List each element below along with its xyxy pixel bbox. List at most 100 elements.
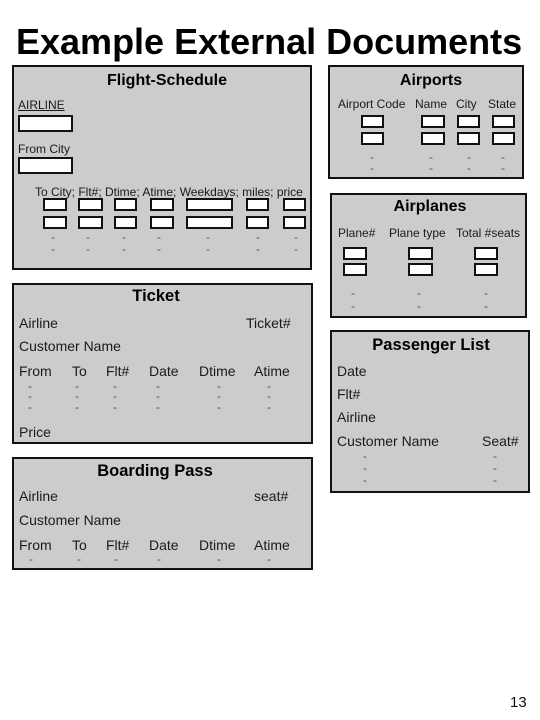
continuation-marker: - — [77, 552, 81, 566]
continuation-marker: - — [493, 473, 497, 487]
column-header-from: From — [19, 537, 52, 553]
boarding-pass-form: Boarding Pass Airline seat# Customer Nam… — [12, 457, 313, 570]
airport-name-field — [421, 132, 445, 145]
plane-no-field — [343, 247, 367, 260]
airline-label: AIRLINE — [18, 98, 65, 112]
ticket-price-label: Price — [19, 424, 51, 440]
passenger-date-label: Date — [337, 363, 367, 379]
continuation-marker: - — [467, 161, 471, 175]
continuation-marker: - — [363, 473, 367, 487]
ticket-airline-label: Airline — [19, 315, 58, 331]
continuation-marker: - — [51, 242, 55, 256]
column-header-state: State — [488, 97, 517, 111]
continuation-marker: - — [206, 242, 210, 256]
passenger-list-form: Passenger List Date Flt# Airline Custome… — [330, 330, 530, 493]
airports-form: Airports Airport Code Name City State - … — [328, 65, 524, 179]
airline-field — [18, 115, 73, 132]
column-header-total-seats: Total #seats — [456, 226, 521, 240]
weekdays-field — [186, 198, 233, 211]
continuation-marker: - — [113, 400, 117, 414]
continuation-marker: - — [501, 161, 505, 175]
flight-schedule-form: Flight-Schedule AIRLINE From City To Cit… — [12, 65, 312, 270]
continuation-marker: - — [351, 286, 355, 300]
column-header-date: Date — [149, 363, 179, 379]
miles-field — [246, 216, 269, 229]
total-seats-field — [474, 263, 498, 276]
airport-state-field — [492, 115, 515, 128]
price-field — [283, 198, 306, 211]
continuation-marker: - — [294, 242, 298, 256]
continuation-marker: - — [122, 242, 126, 256]
column-header-name: Name — [415, 97, 448, 111]
schedule-columns-header: To City; Flt#; Dtime; Atime; Weekdays; m… — [35, 185, 303, 199]
continuation-marker: - — [267, 400, 271, 414]
continuation-marker: - — [156, 400, 160, 414]
airport-name-field — [421, 115, 445, 128]
total-seats-field — [474, 247, 498, 260]
continuation-marker: - — [351, 299, 355, 313]
boarding-customer-name-label: Customer Name — [19, 512, 121, 528]
continuation-marker: - — [29, 552, 33, 566]
passenger-airline-label: Airline — [337, 409, 376, 425]
airport-city-field — [457, 115, 480, 128]
airplanes-form: Airplanes Plane# Plane type Total #seats… — [330, 193, 527, 318]
dtime-field — [114, 198, 137, 211]
airport-city-field — [457, 132, 480, 145]
dtime-field — [114, 216, 137, 229]
continuation-marker: - — [217, 400, 221, 414]
plane-type-field — [408, 247, 433, 260]
page-number: 13 — [510, 694, 527, 711]
ticket-customer-name-label: Customer Name — [19, 338, 121, 354]
atime-field — [150, 216, 174, 229]
continuation-marker: - — [256, 242, 260, 256]
weekdays-field — [186, 216, 233, 229]
continuation-marker: - — [429, 161, 433, 175]
column-header-plane-no: Plane# — [338, 226, 376, 240]
page-title: Example External Documents — [16, 21, 523, 62]
airport-code-field — [361, 115, 384, 128]
continuation-marker: - — [417, 299, 421, 313]
continuation-marker: - — [417, 286, 421, 300]
column-header-from: From — [19, 363, 52, 379]
column-header-airport-code: Airport Code — [338, 97, 406, 111]
continuation-marker: - — [86, 242, 90, 256]
column-header-dtime: Dtime — [199, 537, 236, 553]
boarding-seat-label: seat# — [254, 488, 289, 504]
continuation-marker: - — [370, 161, 374, 175]
column-header-to: To — [72, 537, 87, 553]
boarding-airline-label: Airline — [19, 488, 58, 504]
boarding-pass-title: Boarding Pass — [97, 462, 213, 480]
continuation-marker: - — [75, 400, 79, 414]
passenger-list-title: Passenger List — [372, 336, 490, 354]
continuation-marker: - — [114, 552, 118, 566]
column-header-plane-type: Plane type — [389, 226, 446, 240]
airport-code-field — [361, 132, 384, 145]
column-header-city: City — [456, 97, 477, 111]
continuation-marker: - — [157, 552, 161, 566]
from-city-label: From City — [18, 142, 70, 156]
airplanes-title: Airplanes — [393, 198, 467, 215]
miles-field — [246, 198, 269, 211]
column-header-to: To — [72, 363, 87, 379]
ticket-title: Ticket — [132, 287, 180, 305]
column-header-flt: Flt# — [106, 537, 130, 553]
column-header-atime: Atime — [254, 537, 290, 553]
continuation-marker: - — [157, 242, 161, 256]
column-header-atime: Atime — [254, 363, 290, 379]
flight-schedule-title: Flight-Schedule — [107, 72, 227, 89]
airport-state-field — [492, 132, 515, 145]
continuation-marker: - — [217, 552, 221, 566]
continuation-marker: - — [484, 286, 488, 300]
continuation-marker: - — [484, 299, 488, 313]
continuation-marker: - — [267, 552, 271, 566]
ticket-number-label: Ticket# — [246, 315, 291, 331]
flt-field — [78, 198, 103, 211]
ticket-form: Ticket Airline Ticket# Customer Name Fro… — [12, 283, 313, 444]
column-header-customer-name: Customer Name — [337, 433, 439, 449]
to-city-field — [43, 216, 67, 229]
price-field — [283, 216, 306, 229]
plane-no-field — [343, 263, 367, 276]
from-city-field — [18, 157, 73, 174]
column-header-date: Date — [149, 537, 179, 553]
plane-type-field — [408, 263, 433, 276]
